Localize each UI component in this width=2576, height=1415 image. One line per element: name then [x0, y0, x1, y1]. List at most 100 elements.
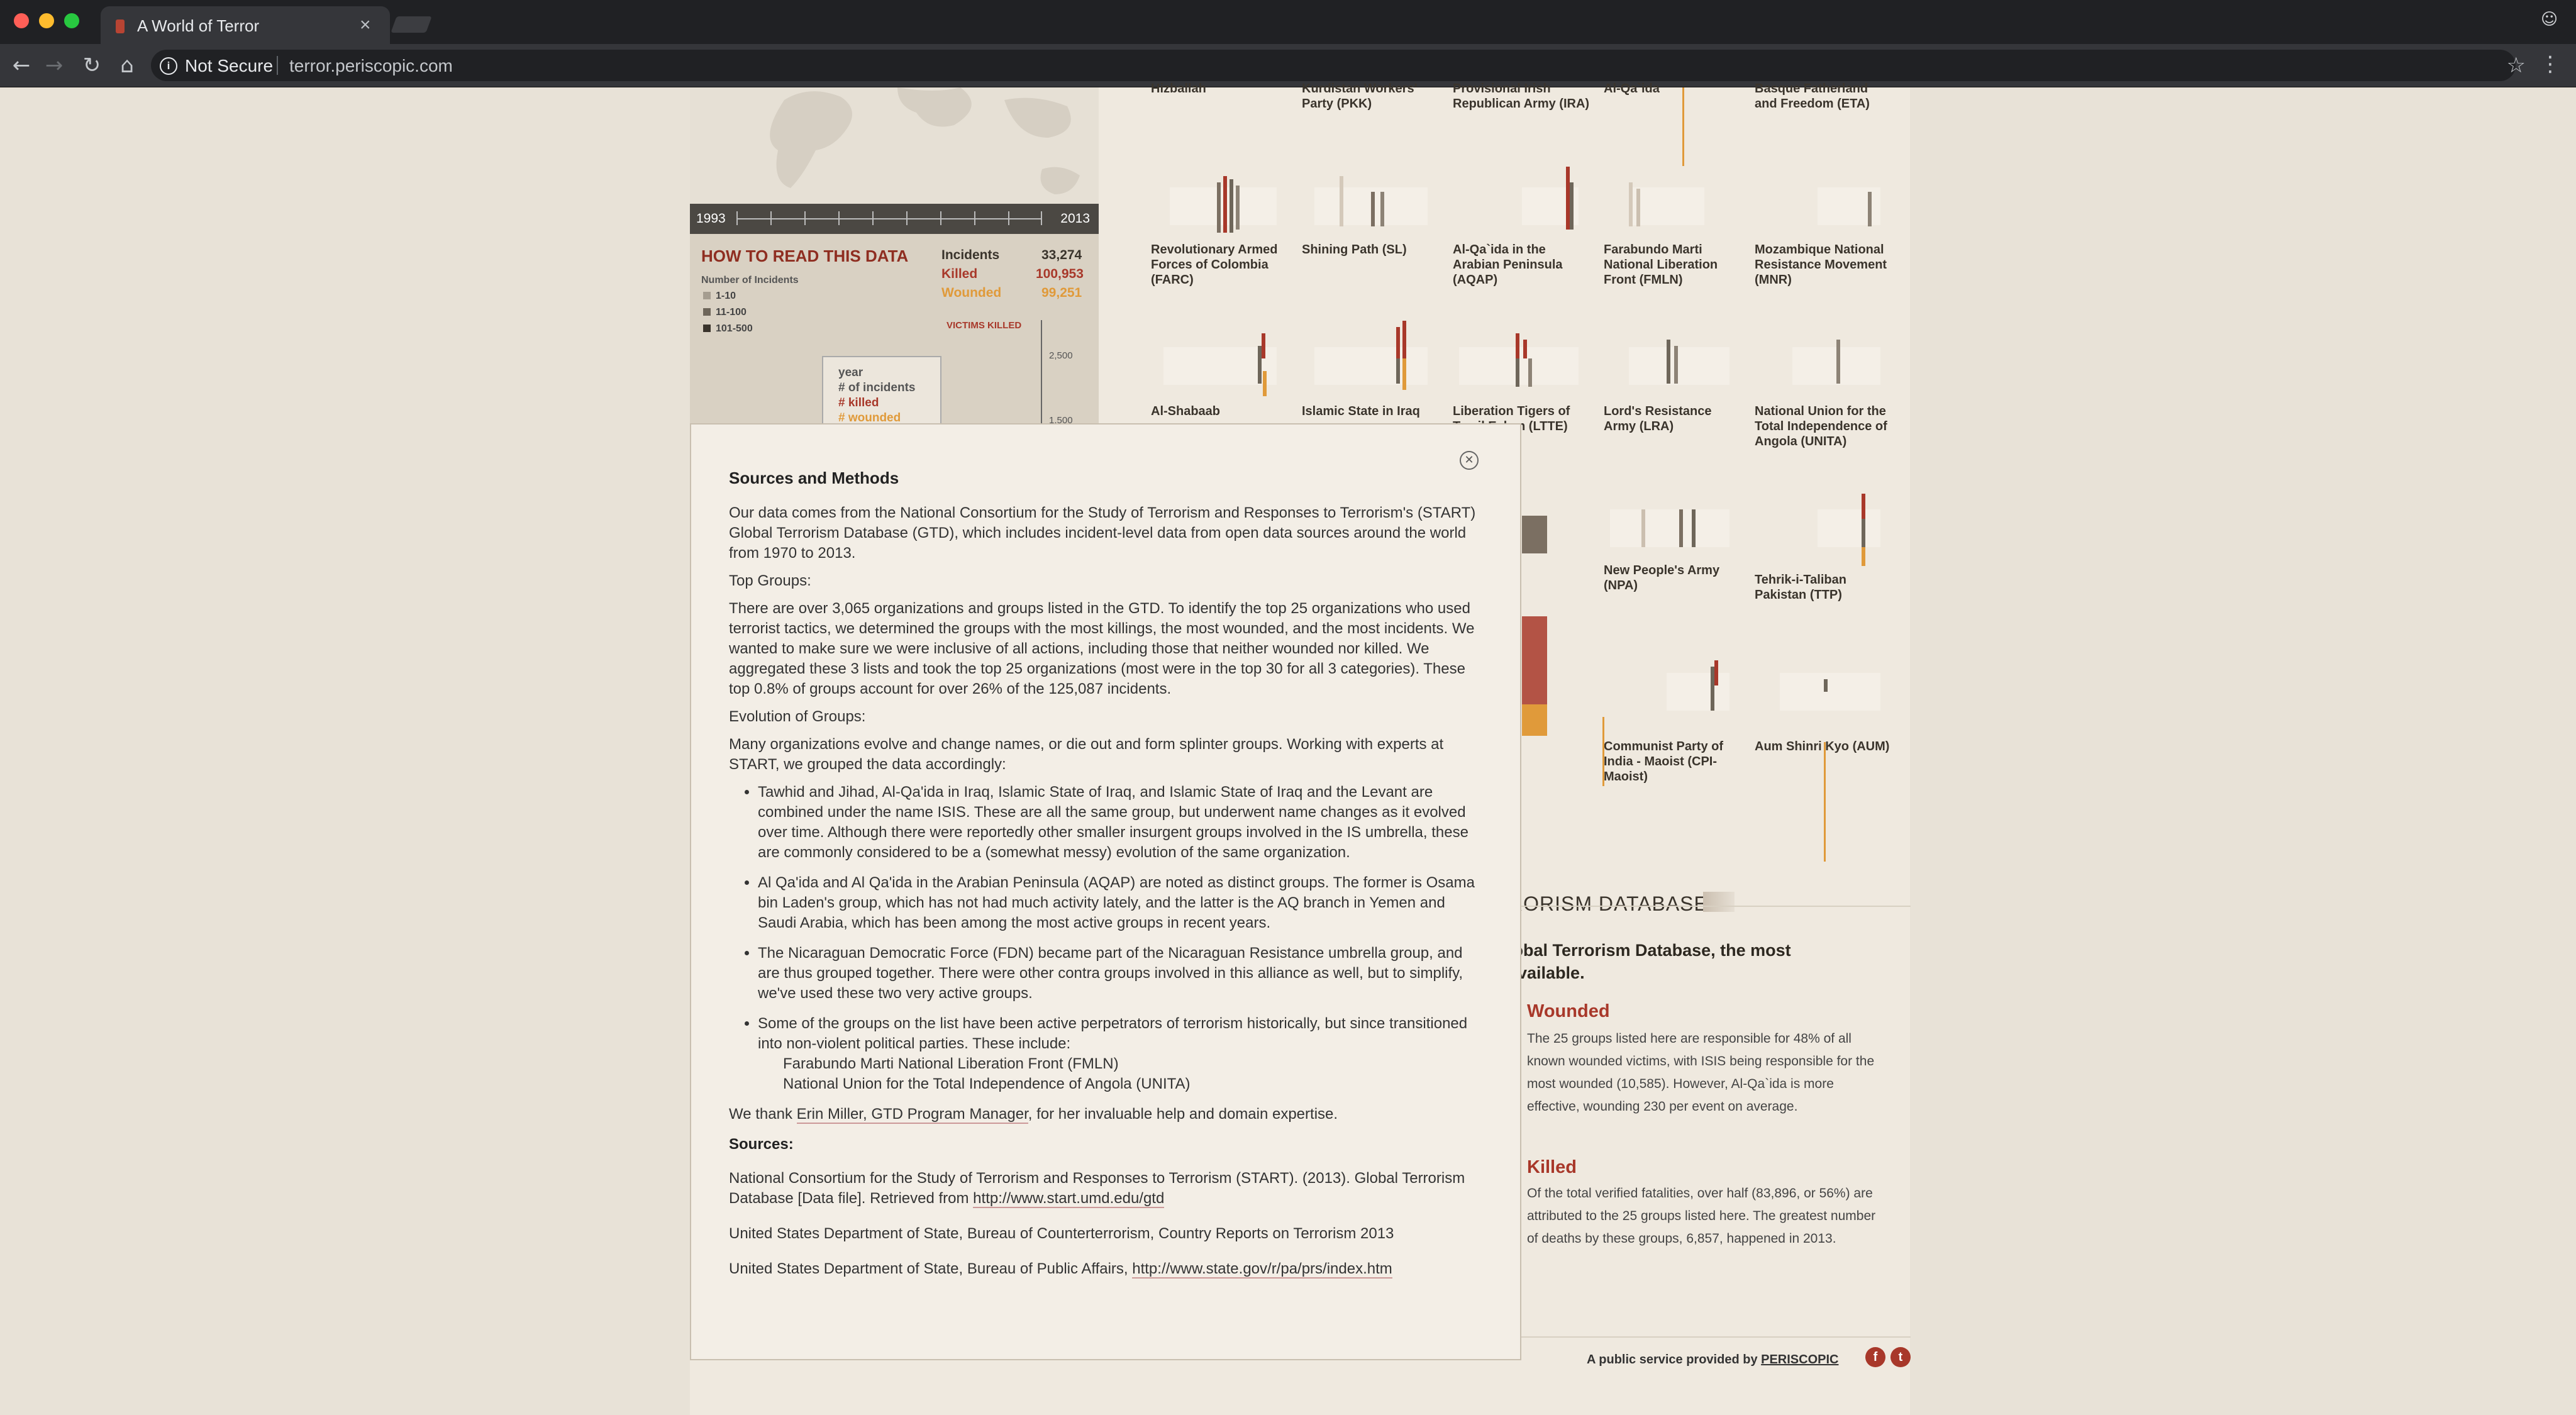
- favicon-icon: [116, 19, 125, 33]
- modal-body: Sources and Methods Our data comes from …: [729, 469, 1484, 1294]
- gtd-heading-icon: [1703, 892, 1735, 912]
- group-label: Shining Path (SL): [1302, 243, 1407, 257]
- reload-icon[interactable]: ↻: [79, 53, 104, 78]
- slider-handle[interactable]: [1041, 211, 1042, 225]
- chart-bar: [1396, 327, 1400, 358]
- start-link[interactable]: http://www.start.umd.edu/gtd: [973, 1190, 1165, 1208]
- chart-bar: [1868, 192, 1872, 226]
- chart-bar: [1236, 186, 1240, 230]
- profile-icon[interactable]: ☺: [2541, 10, 2562, 31]
- chart-bar: [1674, 346, 1678, 384]
- divider: [1508, 906, 1911, 907]
- home-icon[interactable]: ⌂: [114, 53, 140, 78]
- source-item: United States Department of State, Burea…: [729, 1225, 1394, 1242]
- group-chart: [1610, 509, 1729, 547]
- facebook-icon[interactable]: f: [1865, 1347, 1885, 1367]
- bookmark-star-icon[interactable]: ☆: [2507, 53, 2526, 78]
- chart-bar: [1262, 333, 1265, 358]
- chart-bar: [1516, 333, 1519, 358]
- periscopic-link[interactable]: PERISCOPIC: [1761, 1353, 1838, 1367]
- slider-tick: [906, 211, 908, 225]
- chart-bar: [1824, 679, 1828, 692]
- chart-bar: [1667, 340, 1670, 384]
- tooltip-legend: year # of incidents # killed # wounded: [822, 356, 941, 430]
- wounded-heading: Wounded: [1527, 1001, 1610, 1021]
- tooltip-killed: # killed: [838, 396, 879, 409]
- gtd-heading: RORISM DATABASE: [1508, 892, 1708, 915]
- chart-bar: [1528, 358, 1532, 387]
- group-label: Al-Shabaab: [1151, 404, 1221, 418]
- browser-tabstrip: A World of Terror × ☺: [0, 0, 2576, 44]
- chart-bar: [1862, 547, 1865, 566]
- thanks-text: We thank Erin Miller, GTD Program Manage…: [729, 1104, 1484, 1124]
- wounded-label: Wounded: [941, 286, 1002, 300]
- year-end-label: 2013: [1060, 211, 1090, 226]
- howto-title: HOW TO READ THIS DATA: [701, 247, 909, 265]
- list-item-text: Some of the groups on the list have been…: [758, 1015, 1468, 1052]
- browser-menu-icon[interactable]: ⋮: [2540, 52, 2561, 77]
- evolution-text: Many organizations evolve and change nam…: [729, 736, 1444, 773]
- incidents-value: 33,274: [1041, 248, 1082, 262]
- killed-value: 100,953: [1036, 267, 1084, 281]
- slider-track[interactable]: [736, 218, 1042, 219]
- forward-icon[interactable]: →: [42, 53, 67, 78]
- year-slider[interactable]: 1993 2013: [690, 204, 1099, 234]
- slider-tick: [736, 211, 738, 225]
- new-tab-button[interactable]: [391, 16, 432, 33]
- evolution-list: Tawhid and Jihad, Al-Qa'ida in Iraq, Isl…: [729, 782, 1484, 1094]
- slider-tick: [804, 211, 806, 225]
- group-label: Basque Fatherland and Freedom (ETA): [1755, 82, 1870, 111]
- sources-modal: ✕ Sources and Methods Our data comes fro…: [690, 423, 1521, 1360]
- slider-tick: [838, 211, 840, 225]
- tab-close-icon[interactable]: ×: [360, 14, 371, 36]
- slider-tick: [770, 211, 772, 225]
- list-item: Tawhid and Jihad, Al-Qa'ida in Iraq, Isl…: [758, 782, 1484, 863]
- group-chart-partial: [1522, 704, 1547, 736]
- back-icon[interactable]: ←: [9, 53, 34, 78]
- tooltip-year: year: [838, 366, 863, 379]
- group-chart: [1629, 347, 1729, 385]
- sub-item: Farabundo Marti National Liberation Fron…: [783, 1055, 1119, 1072]
- close-window-button[interactable]: [14, 13, 29, 28]
- incidents-label: Incidents: [941, 248, 1000, 262]
- killed-text: Of the total verified fatalities, over h…: [1527, 1186, 1876, 1246]
- zoom-window-button[interactable]: [64, 13, 79, 28]
- chart-bar: [1862, 519, 1865, 547]
- address-bar[interactable]: i Not Secure terror.periscopic.com: [151, 50, 2516, 81]
- group-chart: [1629, 187, 1704, 225]
- chart-bar: [1263, 371, 1267, 396]
- footer-divider: [1508, 1336, 1911, 1338]
- chart-bar: [1862, 494, 1865, 519]
- chart-bar: [1692, 509, 1696, 547]
- chart-bar: [1396, 358, 1400, 384]
- wounded-value: 99,251: [1041, 286, 1082, 300]
- modal-intro: Our data comes from the National Consort…: [729, 504, 1476, 562]
- chart-bar: [1629, 182, 1633, 226]
- slider-tick: [974, 211, 975, 225]
- erin-miller-link[interactable]: Erin Miller, GTD Program Manager: [796, 1106, 1028, 1124]
- tab-title: A World of Terror: [137, 16, 260, 35]
- minimize-window-button[interactable]: [39, 13, 54, 28]
- url-text[interactable]: terror.periscopic.com: [289, 56, 453, 76]
- group-chart: [1314, 347, 1428, 385]
- source-text: United States Department of State, Burea…: [729, 1260, 1133, 1277]
- chart-bar: [1516, 358, 1519, 387]
- chart-bar: [1340, 176, 1343, 226]
- legend-item: 101-500: [703, 323, 753, 335]
- list-item: Some of the groups on the list have been…: [758, 1014, 1484, 1094]
- chart-bar: [1636, 189, 1640, 226]
- source-item: National Consortium for the Study of Ter…: [729, 1168, 1484, 1209]
- info-icon[interactable]: i: [160, 57, 177, 75]
- browser-tab[interactable]: A World of Terror ×: [101, 6, 390, 44]
- group-chart: [1780, 673, 1880, 711]
- state-link[interactable]: http://www.state.gov/r/pa/prs/index.htm: [1132, 1260, 1392, 1279]
- wounded-text: The 25 groups listed here are responsibl…: [1527, 1031, 1875, 1114]
- modal-title: Sources and Methods: [729, 469, 899, 487]
- world-map[interactable]: [690, 87, 1099, 204]
- group-label: Al-Qa`ida in the Arabian Peninsula (AQAP…: [1453, 243, 1563, 287]
- twitter-icon[interactable]: t: [1890, 1347, 1911, 1367]
- timeline-stem: [1824, 742, 1826, 862]
- chart-bar: [1380, 192, 1384, 226]
- list-item: The Nicaraguan Democratic Force (FDN) be…: [758, 943, 1484, 1004]
- close-icon[interactable]: ✕: [1460, 451, 1479, 470]
